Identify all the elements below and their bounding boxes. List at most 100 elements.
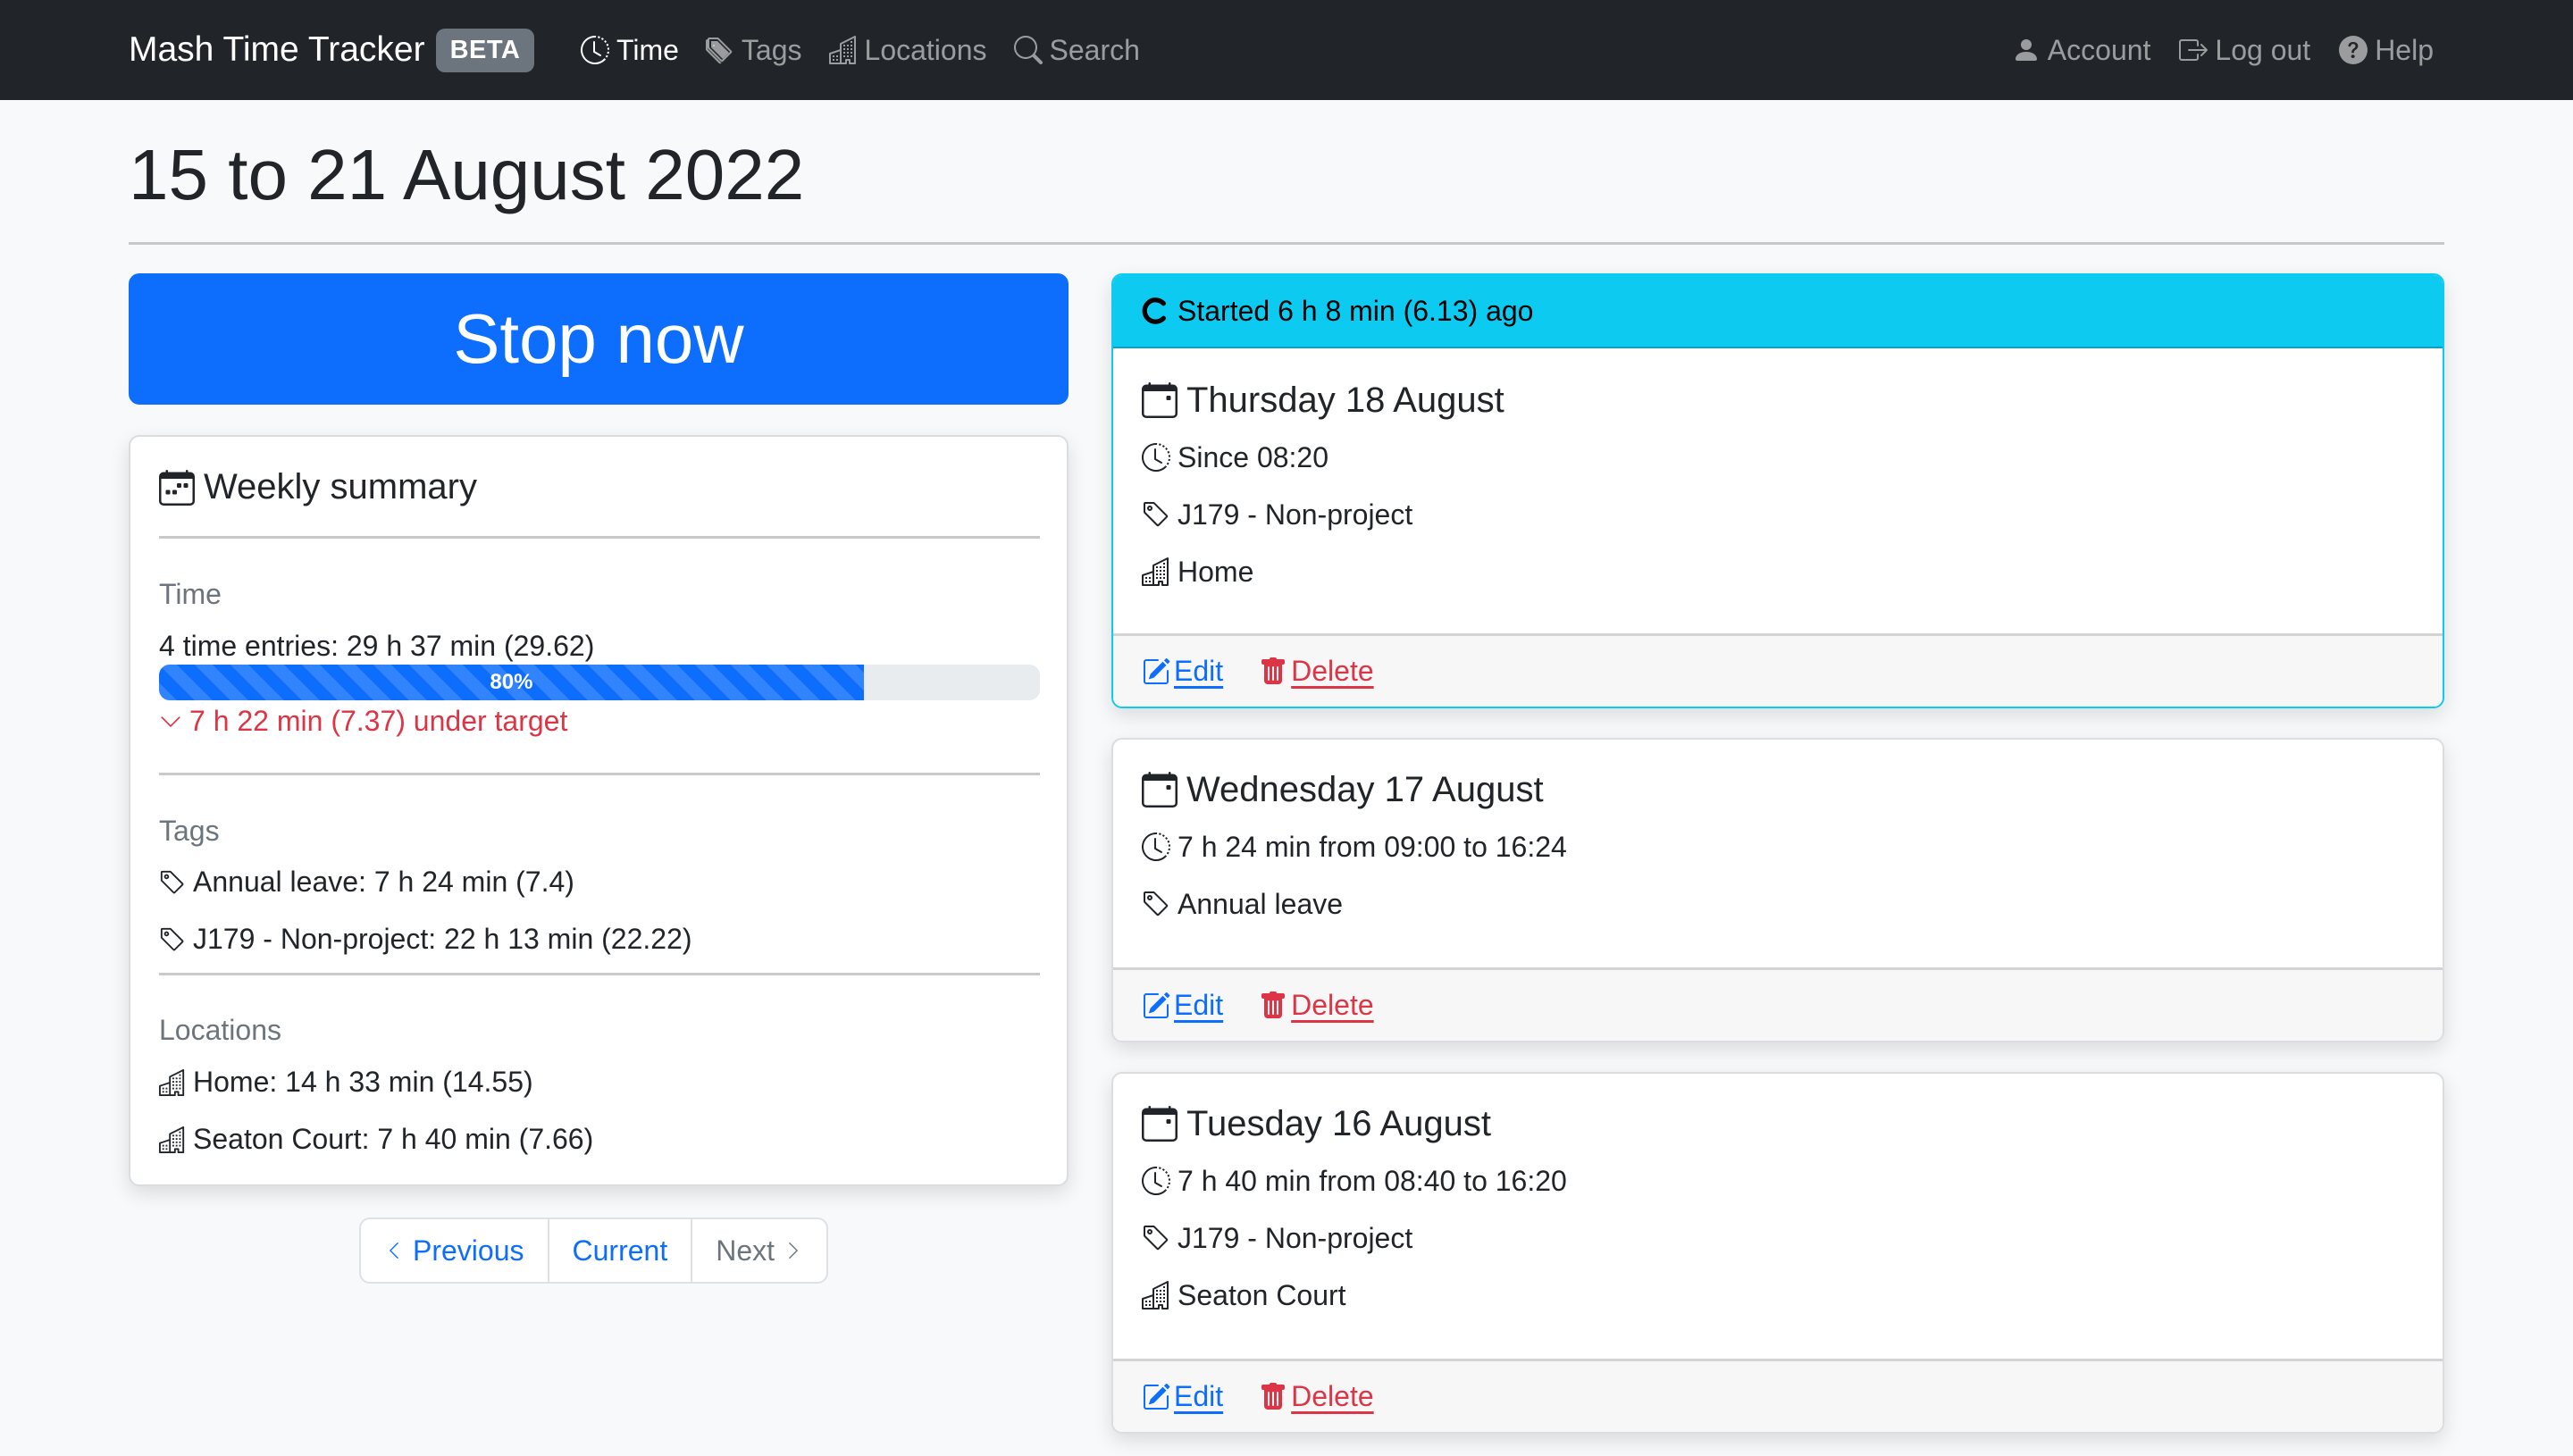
location-summary-item: Seaton Court: 7 h 40 min (7.66)	[159, 1123, 593, 1156]
next-week-link[interactable]: Next	[692, 1219, 826, 1282]
entry-actions: Edit Delete	[1113, 633, 2443, 707]
entry-tag-text: Annual leave	[1178, 887, 1344, 920]
location-summary-text: Home: 14 h 33 min (14.55)	[193, 1066, 533, 1098]
nav-search[interactable]: Search	[1013, 33, 1140, 67]
clock-icon	[581, 36, 609, 64]
question-circle-icon	[2339, 36, 2368, 64]
buildings-icon	[1142, 557, 1170, 586]
tag-summary-text: J179 - Non-project: 22 h 13 min (22.22)	[193, 923, 692, 955]
entry-location-text: Seaton Court	[1178, 1278, 1346, 1311]
entry-tag: J179 - Non-project	[1142, 493, 2414, 536]
pencil-square-icon	[1142, 1383, 1170, 1411]
entry-date: Thursday 18 August	[1142, 379, 2414, 422]
title-divider	[129, 242, 2444, 245]
delete-label: Delete	[1291, 1380, 1374, 1412]
delete-entry-link[interactable]: Delete	[1259, 1380, 1374, 1413]
person-icon	[2012, 36, 2041, 64]
edit-entry-link[interactable]: Edit	[1142, 1380, 1223, 1413]
calendar-icon	[1142, 1105, 1178, 1142]
nav-help[interactable]: Help	[2339, 34, 2434, 67]
entry-date-text: Thursday 18 August	[1186, 380, 1504, 420]
entry-actions: Edit Delete	[1113, 967, 2443, 1041]
entry-location: Seaton Court	[1142, 1274, 2414, 1317]
brand-link[interactable]: Mash Time Tracker BETA	[129, 0, 535, 100]
calendar-week-icon	[159, 469, 195, 506]
nav-primary: Time Tags Locations Search	[581, 0, 1140, 100]
buildings-icon	[159, 1125, 186, 1153]
delete-entry-link[interactable]: Delete	[1259, 655, 1374, 688]
under-target-value: 7 h 22 min (7.37) under target	[189, 705, 568, 737]
edit-entry-link[interactable]: Edit	[1142, 655, 1223, 688]
page-title: 15 to 21 August 2022	[129, 135, 805, 214]
entry-time-text: 7 h 24 min from 09:00 to 16:24	[1178, 830, 1567, 863]
entry-tag-text: J179 - Non-project	[1178, 498, 1413, 531]
summary-divider	[159, 536, 1040, 539]
delete-label: Delete	[1291, 989, 1374, 1021]
edit-label: Edit	[1174, 1380, 1224, 1412]
nav-tags[interactable]: Tags	[705, 34, 802, 67]
tags-icon	[705, 36, 734, 64]
tag-summary-item: J179 - Non-project: 22 h 13 min (22.22)	[159, 923, 692, 956]
brand-name: Mash Time Tracker	[129, 30, 425, 69]
search-icon	[1013, 36, 1043, 64]
tag-icon	[1142, 1224, 1170, 1252]
running-text: Started 6 h 8 min (6.13) ago	[1178, 294, 1534, 327]
stop-now-button[interactable]: Stop now	[129, 273, 1069, 405]
nav-logout[interactable]: Log out	[2179, 34, 2310, 67]
chevron-right-icon	[784, 1239, 803, 1262]
trash-icon	[1259, 1382, 1287, 1411]
buildings-icon	[1142, 1281, 1170, 1310]
entry-time-text: 7 h 40 min from 08:40 to 16:20	[1178, 1164, 1567, 1197]
tag-icon	[1142, 500, 1170, 529]
location-summary-text: Seaton Court: 7 h 40 min (7.66)	[193, 1123, 594, 1155]
target-progress-bar: 80%	[159, 665, 864, 700]
nav-locations[interactable]: Locations	[828, 33, 987, 67]
running-entry-header: Started 6 h 8 min (6.13) ago	[1113, 275, 2443, 348]
edit-entry-link[interactable]: Edit	[1142, 989, 1223, 1022]
nav-account[interactable]: Account	[2012, 33, 2151, 67]
chevron-left-icon	[384, 1239, 404, 1262]
nav-time-label: Time	[616, 33, 679, 66]
summary-title: Weekly summary	[204, 467, 477, 506]
time-entries-summary: 4 time entries: 29 h 37 min (29.62)	[159, 630, 595, 662]
nav-logout-label: Log out	[2215, 33, 2311, 66]
locations-section-label: Locations	[159, 1014, 281, 1046]
delete-label: Delete	[1291, 655, 1374, 687]
weekly-summary-card: Weekly summary Time 4 time entries: 29 h…	[129, 435, 1069, 1186]
previous-label: Previous	[413, 1234, 524, 1267]
previous-week-link[interactable]: Previous	[361, 1219, 549, 1282]
tag-summary-item: Annual leave: 7 h 24 min (7.4)	[159, 866, 574, 899]
tag-icon	[159, 869, 186, 896]
clock-icon	[1142, 443, 1170, 472]
week-pagination: Previous Current Next	[359, 1218, 828, 1284]
clock-icon	[1142, 833, 1170, 861]
tag-icon	[159, 926, 186, 953]
nav-search-label: Search	[1049, 33, 1140, 66]
chevron-down-icon	[159, 710, 182, 733]
entry-location: Home	[1142, 550, 2414, 593]
tag-summary-text: Annual leave: 7 h 24 min (7.4)	[193, 866, 574, 898]
tags-section-label: Tags	[159, 815, 220, 847]
nav-locations-label: Locations	[864, 33, 987, 66]
current-week-link[interactable]: Current	[549, 1219, 693, 1282]
entry-date-text: Wednesday 17 August	[1186, 769, 1544, 809]
time-entry-card: Tuesday 16 August 7 h 40 min from 08:40 …	[1111, 1072, 2444, 1434]
time-entry-card: Started 6 h 8 min (6.13) ago Thursday 18…	[1111, 273, 2444, 708]
edit-label: Edit	[1174, 655, 1224, 687]
trash-icon	[1259, 657, 1287, 686]
time-section-label: Time	[159, 578, 222, 610]
logout-icon	[2179, 36, 2208, 64]
next-label: Next	[716, 1234, 775, 1267]
location-summary-item: Home: 14 h 33 min (14.55)	[159, 1066, 533, 1099]
nav-secondary: Account Log out Help	[2012, 0, 2434, 100]
nav-help-label: Help	[2375, 33, 2434, 66]
target-progress: 80%	[159, 665, 1040, 700]
nav-account-label: Account	[2047, 33, 2151, 66]
nav-time[interactable]: Time	[581, 34, 679, 67]
clock-icon	[1142, 1167, 1170, 1195]
entry-tag: Annual leave	[1142, 883, 2414, 925]
entry-time: 7 h 40 min from 08:40 to 16:20	[1142, 1159, 2414, 1202]
buildings-icon	[159, 1068, 186, 1096]
delete-entry-link[interactable]: Delete	[1259, 989, 1374, 1022]
entry-date: Tuesday 16 August	[1142, 1102, 2414, 1145]
